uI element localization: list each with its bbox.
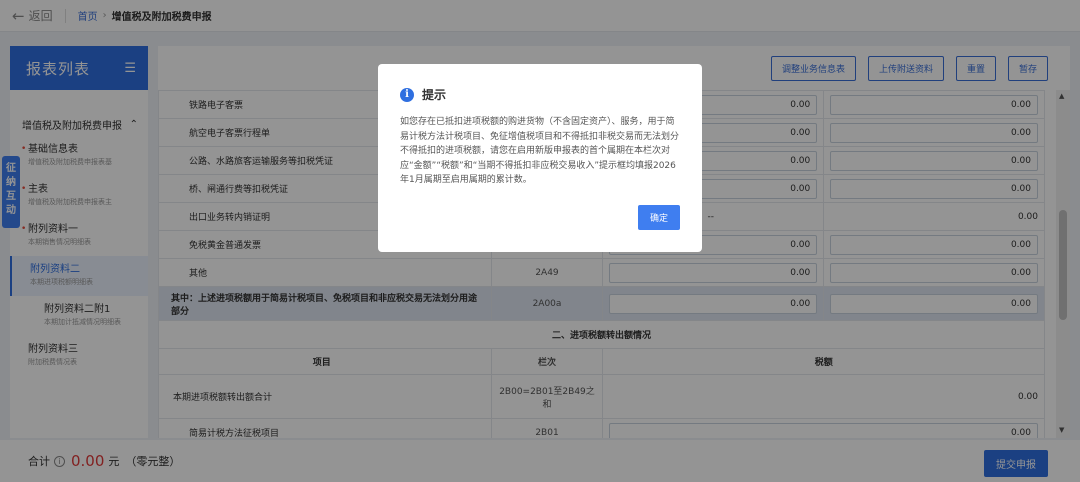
dialog-title: 提示 <box>422 88 447 102</box>
dialog-header: i 提示 <box>400 86 680 103</box>
confirm-button[interactable]: 确定 <box>637 205 680 230</box>
info-icon: i <box>400 87 414 102</box>
notice-dialog: i 提示 如您存在已抵扣进项税额的购进货物（不含固定资产）、服务，用于简易计税方… <box>378 64 702 252</box>
dialog-message: 如您存在已抵扣进项税额的购进货物（不含固定资产）、服务，用于简易计税方法计税项目… <box>400 117 680 185</box>
